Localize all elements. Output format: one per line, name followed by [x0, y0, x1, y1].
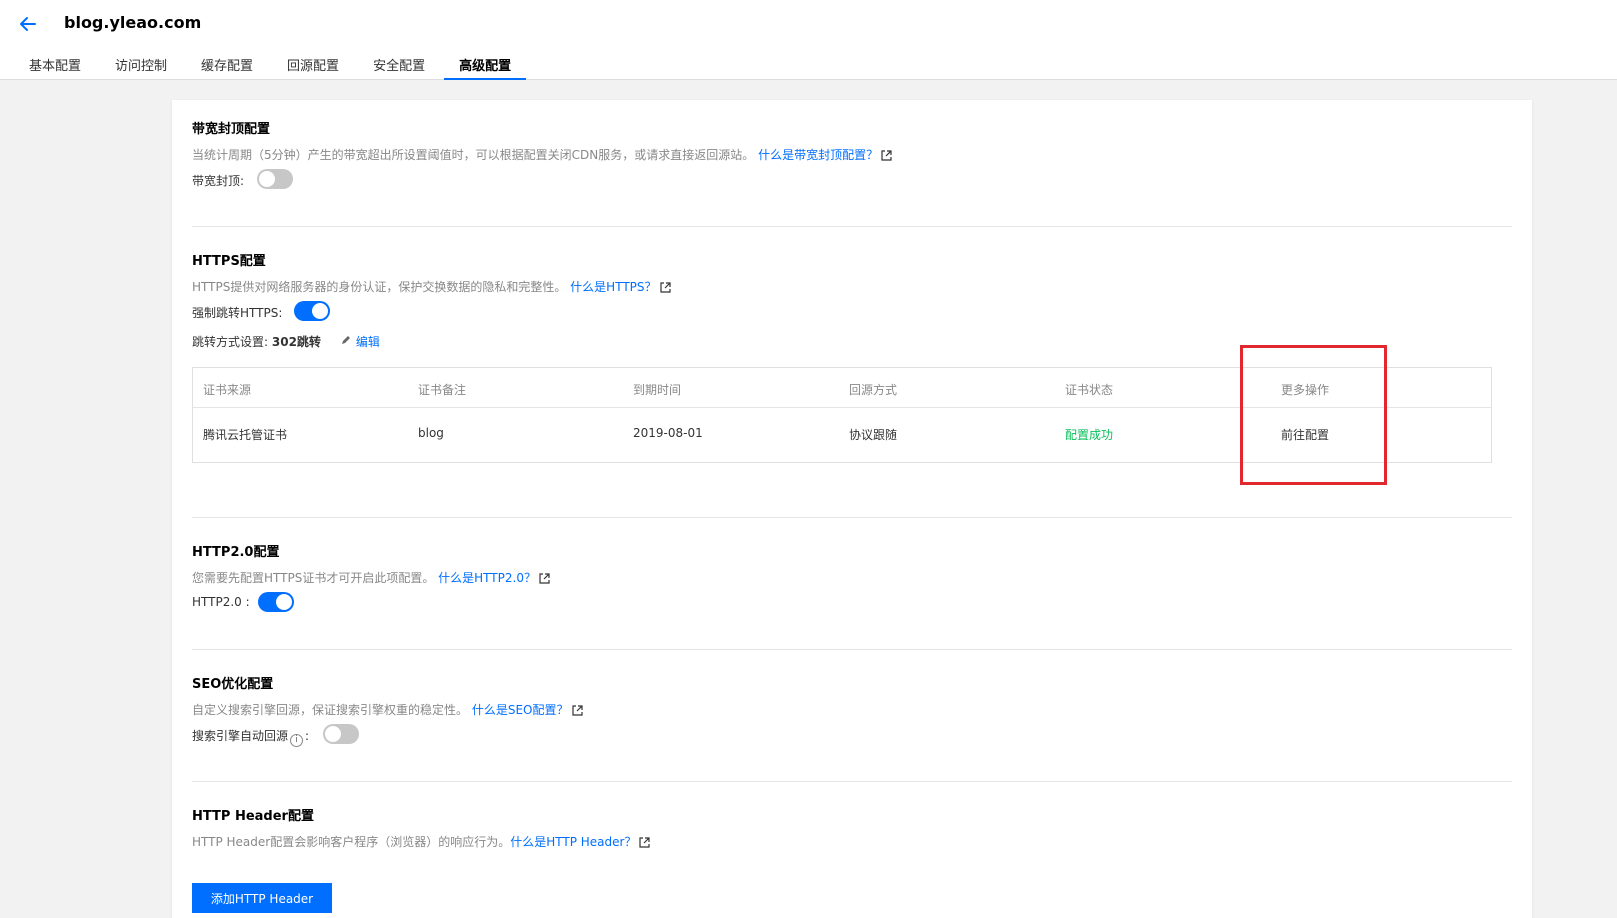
seo-section-title: SEO优化配置	[192, 677, 274, 692]
force-https-label: 强制跳转HTTPS:	[192, 306, 283, 320]
bandwidth-desc: 当统计周期（5分钟）产生的带宽超出所设置阈值时，可以根据配置关闭CDN服务，或请…	[192, 146, 892, 164]
toggle-knob	[276, 594, 292, 610]
external-link-icon[interactable]	[539, 573, 550, 587]
cell-cert-status: 配置成功	[1065, 428, 1114, 442]
pencil-icon	[340, 335, 352, 349]
cell-cert-source: 腾讯云托管证书	[203, 428, 288, 442]
bandwidth-toggle[interactable]	[257, 169, 293, 189]
seo-desc-text: 自定义搜索引擎回源，保证搜索引擎权重的稳定性。	[192, 703, 469, 717]
http2-toggle[interactable]	[258, 592, 294, 612]
col-expiry: 到期时间	[633, 383, 682, 397]
annotation-highlight-box	[1240, 345, 1387, 485]
divider	[192, 226, 1512, 227]
redirect-setting: 跳转方式设置: 302跳转	[192, 333, 321, 350]
divider	[192, 781, 1512, 782]
https-help-link[interactable]: 什么是HTTPS？	[570, 280, 656, 294]
http2-help-link[interactable]: 什么是HTTP2.0？	[438, 571, 536, 585]
back-arrow-icon[interactable]	[16, 12, 40, 36]
toggle-knob	[325, 726, 341, 742]
seo-help-link[interactable]: 什么是SEO配置？	[472, 703, 569, 717]
http2-desc-text: 您需要先配置HTTPS证书才可开启此项配置。	[192, 571, 435, 585]
external-link-icon[interactable]	[881, 150, 892, 164]
external-link-icon[interactable]	[571, 705, 583, 719]
divider	[192, 649, 1512, 650]
tab-advanced[interactable]: 高级配置	[444, 50, 527, 80]
tab-access-control[interactable]: 访问控制	[100, 50, 182, 80]
header-desc: HTTP Header配置会影响客户程序（浏览器）的响应行为。什么是HTTP H…	[192, 833, 651, 851]
http2-toggle-label: HTTP2.0 :	[192, 595, 250, 609]
tab-bar: 基本配置 访问控制 缓存配置 回源配置 安全配置 高级配置	[14, 50, 530, 80]
http2-section-title: HTTP2.0配置	[192, 545, 280, 560]
seo-toggle-colon: :	[305, 729, 310, 743]
tab-basic[interactable]: 基本配置	[14, 50, 96, 80]
https-section-title: HTTPS配置	[192, 254, 266, 269]
tab-security[interactable]: 安全配置	[358, 50, 440, 80]
domain-title: blog.yleao.com	[64, 13, 202, 32]
tab-cache[interactable]: 缓存配置	[186, 50, 268, 80]
tab-origin[interactable]: 回源配置	[272, 50, 354, 80]
col-cert-note: 证书备注	[418, 383, 467, 397]
https-desc: HTTPS提供对网络服务器的身份认证，保护交换数据的隐私和完整性。 什么是HTT…	[192, 278, 671, 296]
edit-label: 编辑	[355, 335, 380, 349]
toggle-knob	[259, 171, 275, 187]
redirect-label: 跳转方式设置:	[192, 335, 269, 349]
col-cert-source: 证书来源	[203, 383, 252, 397]
header-desc-text: HTTP Header配置会影响客户程序（浏览器）的响应行为。	[192, 835, 511, 849]
toggle-knob	[312, 303, 328, 319]
seo-toggle[interactable]	[323, 724, 359, 744]
cell-expiry: 2019-08-01	[633, 426, 703, 440]
force-https-toggle[interactable]	[294, 301, 330, 321]
https-desc-text: HTTPS提供对网络服务器的身份认证，保护交换数据的隐私和完整性。	[192, 280, 567, 294]
info-icon[interactable]: i	[290, 734, 304, 747]
divider	[192, 517, 1512, 518]
cell-cert-note: blog	[418, 426, 444, 440]
col-origin-mode: 回源方式	[849, 383, 898, 397]
seo-toggle-label-text: 搜索引擎自动回源	[192, 729, 289, 743]
bandwidth-help-link[interactable]: 什么是带宽封顶配置？	[758, 148, 878, 162]
external-link-icon[interactable]	[639, 837, 651, 851]
bandwidth-toggle-label: 带宽封顶:	[192, 174, 245, 188]
col-cert-status: 证书状态	[1065, 383, 1114, 397]
header-section-title: HTTP Header配置	[192, 809, 314, 824]
header-help-link[interactable]: 什么是HTTP Header？	[510, 835, 636, 849]
bandwidth-section-title: 带宽封顶配置	[192, 122, 271, 137]
config-card: 带宽封顶配置 当统计周期（5分钟）产生的带宽超出所设置阈值时，可以根据配置关闭C…	[172, 100, 1532, 918]
edit-redirect-button[interactable]: 编辑	[340, 333, 380, 350]
add-http-header-button[interactable]: 添加HTTP Header	[192, 883, 332, 913]
seo-toggle-label: 搜索引擎自动回源 i:	[192, 727, 309, 747]
bandwidth-desc-text: 当统计周期（5分钟）产生的带宽超出所设置阈值时，可以根据配置关闭CDN服务，或请…	[192, 148, 755, 162]
http2-desc: 您需要先配置HTTPS证书才可开启此项配置。 什么是HTTP2.0？	[192, 569, 550, 587]
external-link-icon[interactable]	[659, 282, 671, 296]
cell-origin-mode: 协议跟随	[849, 428, 898, 442]
seo-desc: 自定义搜索引擎回源，保证搜索引擎权重的稳定性。 什么是SEO配置？	[192, 701, 583, 719]
redirect-value: 302跳转	[271, 335, 321, 349]
top-bar: blog.yleao.com 基本配置 访问控制 缓存配置 回源配置 安全配置 …	[0, 0, 1617, 80]
